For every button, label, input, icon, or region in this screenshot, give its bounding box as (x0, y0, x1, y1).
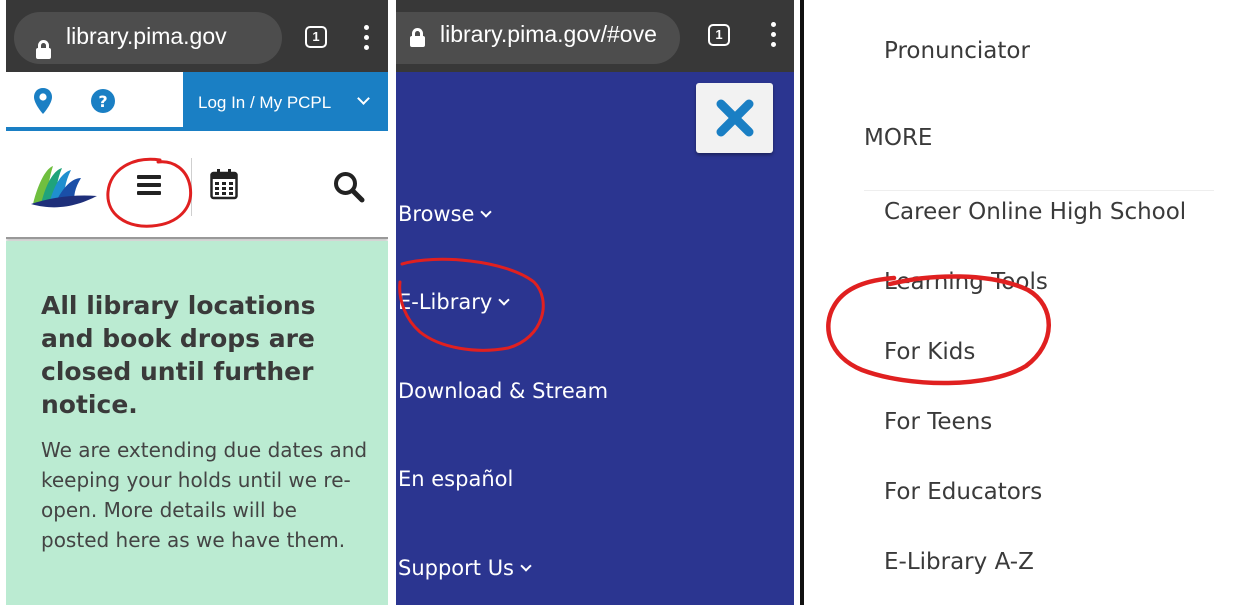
section-divider (864, 190, 1214, 191)
address-bar[interactable]: library.pima.gov/#ove (396, 12, 680, 64)
menu-item-label: Download & Stream (398, 379, 609, 403)
menu-item-en-espanol[interactable]: En español (398, 467, 513, 491)
submenu-item-e-library-a-z[interactable]: E-Library A-Z (884, 549, 1034, 575)
notice-heading: All library locations and book drops are… (41, 291, 316, 419)
submenu-item-learning-tools[interactable]: Learning Tools (884, 269, 1048, 295)
panel-e-library-submenu: Pronunciator MORE Career Online High Sch… (806, 0, 1245, 605)
submenu-item-for-teens[interactable]: For Teens (884, 409, 992, 435)
hamburger-menu-icon[interactable] (137, 175, 161, 195)
more-options-icon[interactable] (770, 22, 776, 48)
menu-item-label: E-Library (398, 290, 493, 314)
chevron-down-icon (498, 294, 510, 306)
panel-divider (800, 0, 804, 605)
closure-notice: All library locations and book drops are… (6, 241, 388, 605)
close-icon (716, 99, 754, 137)
header-separator (191, 158, 192, 216)
submenu-item-for-kids[interactable]: For Kids (884, 339, 975, 365)
login-button[interactable]: Log In / My PCPL (183, 72, 388, 129)
browser-toolbar: library.pima.gov 1 (6, 0, 388, 72)
submenu-item-pronunciator[interactable]: Pronunciator (884, 38, 1030, 64)
tab-switcher-icon[interactable]: 1 (305, 26, 327, 48)
address-bar[interactable]: library.pima.gov (14, 12, 282, 64)
more-options-icon[interactable] (363, 25, 369, 51)
tab-switcher-icon[interactable]: 1 (708, 24, 730, 46)
chevron-down-icon (520, 560, 532, 572)
chevron-down-icon (480, 206, 493, 218)
url-text: library.pima.gov/#ove (440, 21, 657, 47)
submenu-item-for-educators[interactable]: For Educators (884, 479, 1042, 505)
menu-item-support-us[interactable]: Support Us (398, 556, 532, 580)
menu-item-download-stream[interactable]: Download & Stream (398, 379, 608, 403)
site-header (6, 131, 388, 239)
panel-main-menu: library.pima.gov/#ove 1 Browse E-Library… (396, 0, 794, 605)
menu-item-label: En español (398, 467, 514, 491)
menu-item-label: Browse (398, 202, 475, 226)
menu-item-browse[interactable]: Browse (398, 202, 493, 226)
chevron-down-icon (357, 92, 370, 105)
lock-icon (36, 40, 51, 59)
submenu-item-career-online[interactable]: Career Online High School (884, 199, 1186, 225)
login-label: Log In / My PCPL (198, 93, 332, 112)
panel-home: library.pima.gov 1 ? Log In / My PCPL Al… (6, 0, 388, 605)
menu-item-label: Support Us (398, 556, 515, 580)
submenu-section-title: MORE (864, 125, 933, 151)
close-menu-button[interactable] (696, 83, 773, 153)
notice-body: We are extending due dates and keeping y… (41, 438, 368, 552)
menu-item-e-library[interactable]: E-Library (398, 290, 510, 314)
url-text: library.pima.gov (66, 23, 227, 49)
browser-toolbar: library.pima.gov/#ove 1 (396, 0, 794, 72)
lock-icon (410, 28, 425, 47)
